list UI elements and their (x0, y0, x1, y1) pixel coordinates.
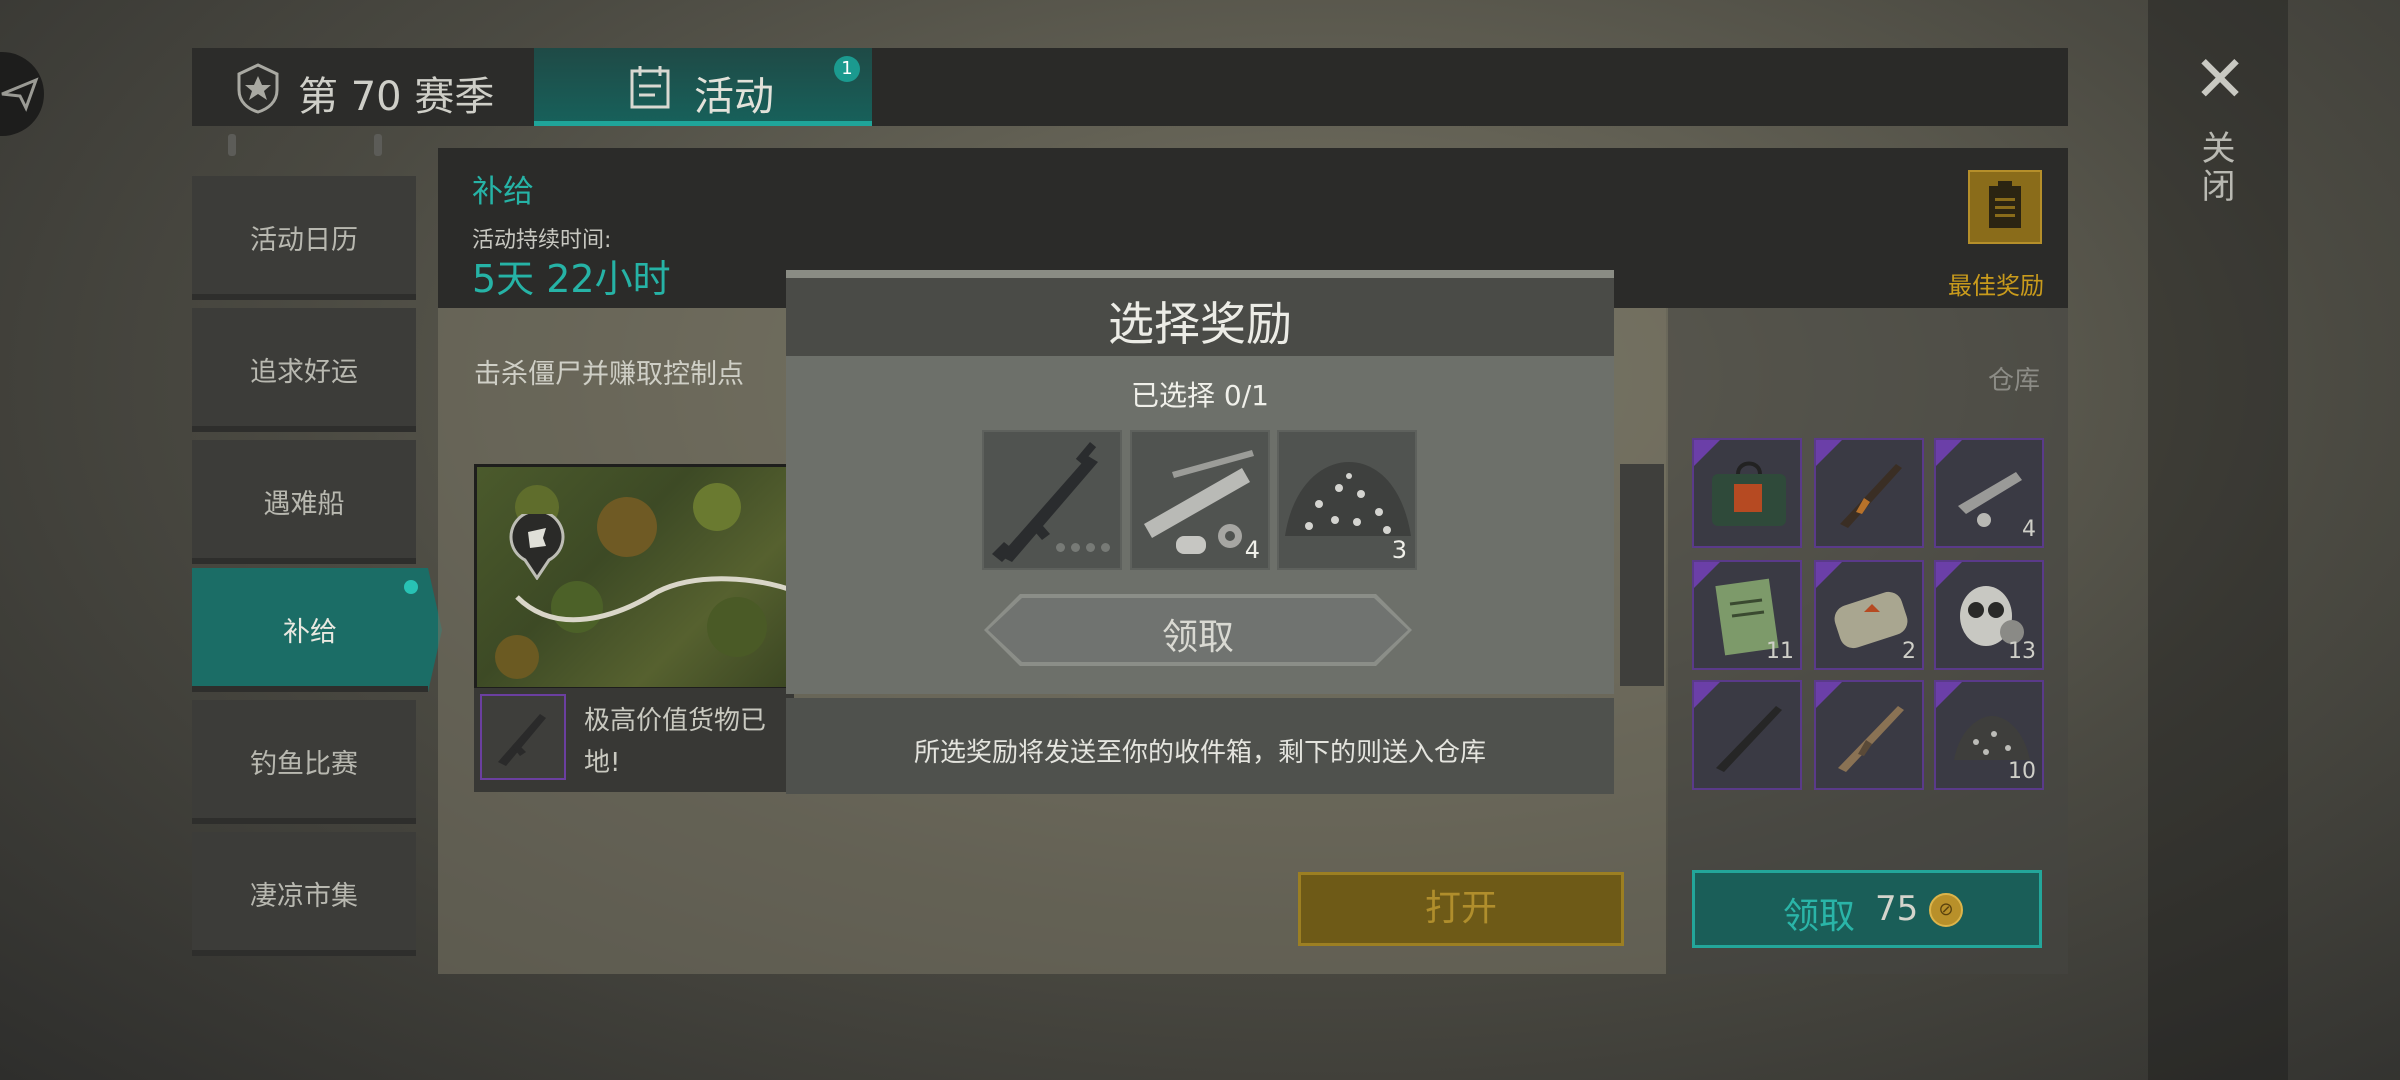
sidebar-item-shipwreck[interactable]: 遇难船 (192, 440, 416, 564)
sidebar-item-market[interactable]: 凄凉市集 (192, 832, 416, 956)
slot-quantity: 11 (1766, 639, 1794, 664)
coin-icon: ⊘ (1929, 893, 1963, 927)
tab-activity[interactable]: 活动 1 (534, 48, 872, 126)
notification-badge: 1 (834, 56, 860, 82)
unread-dot (404, 580, 418, 594)
storage-slot[interactable]: 10 (1934, 680, 2044, 790)
slot-quantity: 4 (2022, 517, 2036, 542)
claim-all-label: 领取 (1783, 896, 1856, 937)
modal-title: 选择奖励 (1108, 297, 1292, 351)
close-label[interactable]: 关闭 (2195, 130, 2240, 206)
season-shield-icon (237, 63, 279, 114)
sidebar-item-label: 遇难船 (263, 489, 345, 520)
tan-rifle-icon (1838, 706, 1904, 772)
rarity-dots (1050, 537, 1110, 556)
sidebar-item-fortune[interactable]: 追求好运 (192, 308, 416, 432)
event-title: 补给 (472, 174, 534, 210)
tab-activity-label: 活动 (694, 74, 774, 120)
claim-cost: 75 (1875, 889, 1919, 929)
storage-slot[interactable] (1814, 438, 1924, 548)
ak-rifle-icon (1840, 464, 1902, 528)
open-button[interactable]: 打开 (1298, 872, 1624, 946)
rifle-icon (498, 714, 546, 766)
item-description-line2: 地! (584, 748, 621, 778)
sidebar-item-label: 追求好运 (250, 357, 358, 388)
map-pin-icon (509, 514, 565, 580)
sidebar-item-fishing[interactable]: 钓鱼比赛 (192, 700, 416, 824)
slot-quantity: 13 (2008, 639, 2036, 664)
claim-all-button[interactable]: 领取 75 ⊘ (1692, 870, 2042, 948)
sidebar-item-supply[interactable]: 补给 (192, 568, 442, 692)
back-button[interactable] (0, 52, 44, 136)
map-frame-edge (1620, 464, 1664, 686)
storage-label: 仓库 (1988, 366, 2041, 396)
selection-counter: 已选择 0/1 (1131, 379, 1269, 412)
item-description: 极高价值货物已 地! (584, 700, 766, 784)
close-icon[interactable]: ✕ (2190, 48, 2250, 112)
sidebar: 活动日历 追求好运 遇难船 补给 钓鱼比赛 凄凉市集 (192, 140, 442, 976)
clipboard-icon (1989, 181, 2021, 228)
storage-slot[interactable]: 11 (1692, 560, 1802, 670)
reward-option[interactable] (982, 430, 1122, 570)
calendar-icon (630, 66, 670, 109)
storage-slot[interactable] (1692, 680, 1802, 790)
modal-top-edge (786, 270, 1614, 278)
task-description: 击杀僵尸并赚取控制点 (474, 359, 744, 390)
storage-slot[interactable]: 2 (1814, 560, 1924, 670)
best-rewards-label[interactable]: 最佳奖励 (1948, 266, 2044, 301)
duration-value: 5天 22小时 (472, 257, 671, 301)
tab-season-label: 第 70 赛季 (298, 74, 495, 120)
reward-option[interactable]: 4 (1130, 430, 1270, 570)
modal-note: 所选奖励将发送至你的收件箱，剩下的则送入仓库 (913, 738, 1486, 768)
slot-quantity: 10 (2008, 759, 2036, 784)
storage-slot[interactable]: 4 (1934, 438, 2044, 548)
sidebar-item-label: 钓鱼比赛 (250, 749, 358, 780)
item-description-line1: 极高价值货物已 (584, 706, 767, 736)
storage-slot[interactable]: 13 (1934, 560, 2044, 670)
slot-quantity: 2 (1902, 639, 1916, 664)
item-thumbnail[interactable] (480, 694, 566, 780)
modal-claim-button[interactable]: 领取 (984, 594, 1412, 666)
best-rewards-button[interactable] (1968, 170, 2042, 244)
sidebar-item-label: 凄凉市集 (250, 881, 358, 912)
shotgun-icon (1716, 706, 1782, 772)
tab-season[interactable]: 第 70 赛季 (192, 48, 534, 126)
reward-option[interactable]: 3 (1277, 430, 1417, 570)
sidebar-item-calendar[interactable]: 活动日历 (192, 176, 416, 300)
medkit-bag-icon (1712, 461, 1786, 526)
modal-claim-label: 领取 (1161, 617, 1234, 658)
storage-slot[interactable] (1692, 438, 1802, 548)
reward-quantity: 3 (1391, 536, 1407, 564)
sidebar-item-label: 活动日历 (250, 225, 358, 256)
reward-quantity: 4 (1244, 536, 1260, 564)
storage-slot[interactable] (1814, 680, 1924, 790)
sidebar-item-label: 补给 (283, 617, 337, 648)
paper-plane-icon (1, 77, 39, 112)
